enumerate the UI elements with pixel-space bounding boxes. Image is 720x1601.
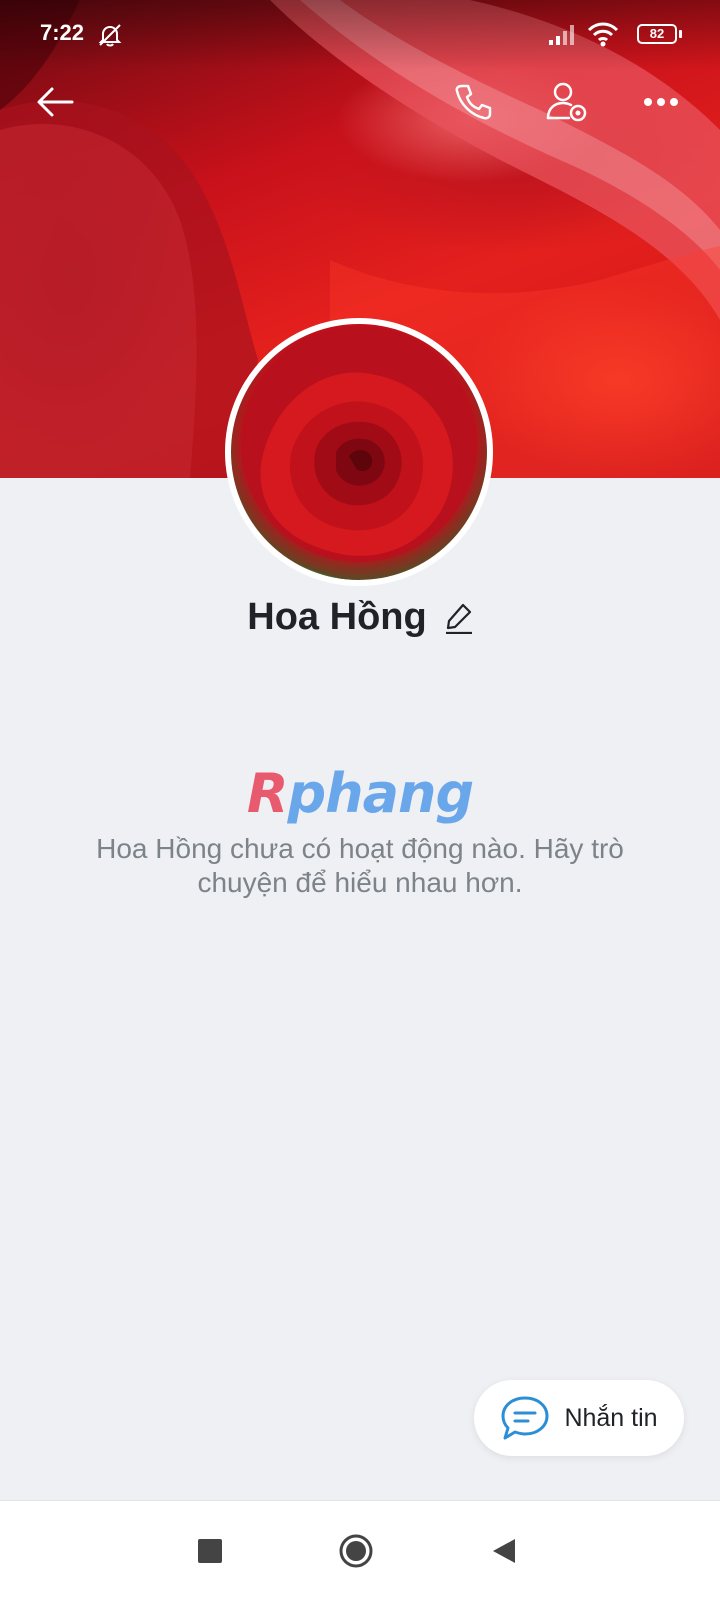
message-button[interactable]: Nhắn tin	[474, 1380, 684, 1456]
phone-icon	[455, 84, 492, 120]
profile-settings-button[interactable]	[542, 78, 592, 126]
status-bar: 7:22 82	[0, 0, 720, 70]
mute-bell-icon	[98, 24, 122, 47]
wifi-icon	[587, 22, 619, 47]
profile-name-row: Hoa Hồng	[0, 596, 720, 639]
home-button[interactable]	[336, 1531, 376, 1571]
back-triangle-icon	[493, 1539, 515, 1563]
recents-button[interactable]	[190, 1531, 230, 1571]
back-button[interactable]	[30, 80, 80, 124]
empty-activity-message: Hoa Hồng chưa có hoạt động nào. Hãy trò …	[96, 833, 624, 898]
call-button[interactable]	[448, 78, 498, 126]
system-back-button[interactable]	[484, 1531, 524, 1571]
battery-tip	[679, 30, 682, 38]
status-time: 7:22	[40, 20, 85, 45]
battery-icon: 82	[637, 24, 677, 44]
back-arrow-icon	[37, 87, 74, 117]
profile-name: Hoa Hồng	[247, 596, 427, 638]
signal-icon	[549, 25, 574, 45]
pencil-icon[interactable]	[445, 602, 473, 634]
chat-bubble-icon	[501, 1396, 549, 1440]
logo-first-letter: R	[246, 762, 289, 825]
battery-level: 82	[649, 26, 665, 41]
avatar[interactable]	[225, 318, 493, 586]
rose-icon	[231, 324, 487, 580]
watermark-logo: Rphang	[0, 762, 720, 825]
more-icon	[644, 98, 678, 106]
message-button-label: Nhắn tin	[564, 1403, 658, 1432]
user-settings-icon	[546, 82, 587, 122]
home-circle-icon	[339, 1534, 373, 1568]
more-button[interactable]	[636, 80, 686, 124]
recents-square-icon	[198, 1539, 222, 1563]
logo-rest: phang	[287, 762, 474, 825]
system-nav-bar	[0, 1500, 720, 1601]
